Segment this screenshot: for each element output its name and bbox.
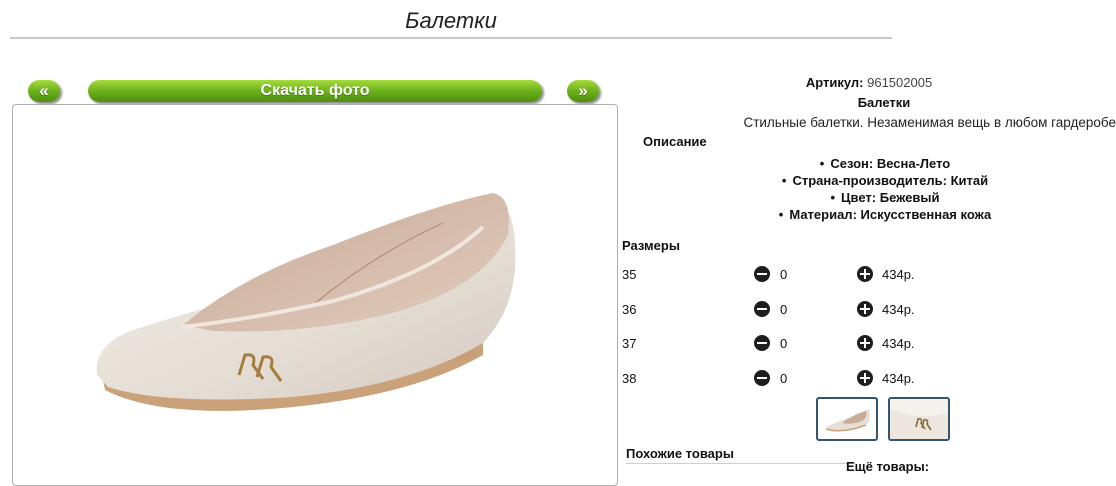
size-row: 36 0 434р. xyxy=(622,300,1116,320)
product-name: Балетки xyxy=(857,95,911,110)
product-photo xyxy=(12,104,618,486)
thumbnail-image xyxy=(825,409,870,432)
size-row: 37 0 434р. xyxy=(622,334,1116,354)
sizes-heading: Размеры xyxy=(622,238,680,253)
size-row: 38 0 434р. xyxy=(622,369,1116,389)
page-title: Балетки xyxy=(405,8,497,33)
quantity-value: 0 xyxy=(780,371,788,386)
minus-circle-icon[interactable] xyxy=(754,335,770,351)
minus-circle-icon[interactable] xyxy=(754,370,770,386)
minus-circle-icon[interactable] xyxy=(754,266,770,282)
plus-circle-icon[interactable] xyxy=(857,370,873,386)
product-description: Стильные балетки. Незаменимая вещь в люб… xyxy=(743,115,1116,130)
download-photo-button[interactable]: Скачать фото xyxy=(88,80,542,102)
prev-photo-button[interactable]: « xyxy=(28,80,60,102)
price-value: 434р. xyxy=(882,371,915,386)
description-heading: Описание xyxy=(643,134,707,149)
spec-country: Страна-производитель: Китай xyxy=(622,172,1116,189)
plus-circle-icon[interactable] xyxy=(857,335,873,351)
size-value: 37 xyxy=(622,336,637,351)
size-value: 35 xyxy=(622,267,637,282)
article-label: Артикул: xyxy=(805,75,864,90)
plus-circle-icon[interactable] xyxy=(857,266,873,282)
title-divider xyxy=(10,37,892,39)
similar-products-heading: Похожие товары xyxy=(626,446,734,461)
photo-thumbnail[interactable] xyxy=(816,397,878,441)
quantity-value: 0 xyxy=(780,267,788,282)
quantity-value: 0 xyxy=(780,302,788,317)
spec-season: Сезон: Весна-Лето xyxy=(622,155,1116,172)
spec-color: Цвет: Бежевый xyxy=(622,189,1116,206)
quantity-value: 0 xyxy=(780,336,788,351)
more-products-heading: Ещё товары: xyxy=(846,459,930,474)
spec-list: Сезон: Весна-Лето Страна-производитель: … xyxy=(622,155,1116,223)
price-value: 434р. xyxy=(882,267,915,282)
thumbnail-image xyxy=(890,399,948,439)
minus-circle-icon[interactable] xyxy=(754,301,770,317)
article-value: 961502005 xyxy=(867,75,933,90)
price-value: 434р. xyxy=(882,302,915,317)
size-row: 35 0 434р. xyxy=(622,265,1116,285)
price-value: 434р. xyxy=(882,336,915,351)
size-value: 36 xyxy=(622,302,637,317)
next-photo-button[interactable]: » xyxy=(567,80,599,102)
article-line: Артикул: 961502005 xyxy=(622,75,1116,90)
ballet-flat-image xyxy=(96,193,516,411)
plus-circle-icon[interactable] xyxy=(857,301,873,317)
photo-thumbnail[interactable] xyxy=(888,397,950,441)
spec-material: Материал: Искусственная кожа xyxy=(622,206,1116,223)
size-value: 38 xyxy=(622,371,637,386)
similar-divider xyxy=(626,463,856,464)
